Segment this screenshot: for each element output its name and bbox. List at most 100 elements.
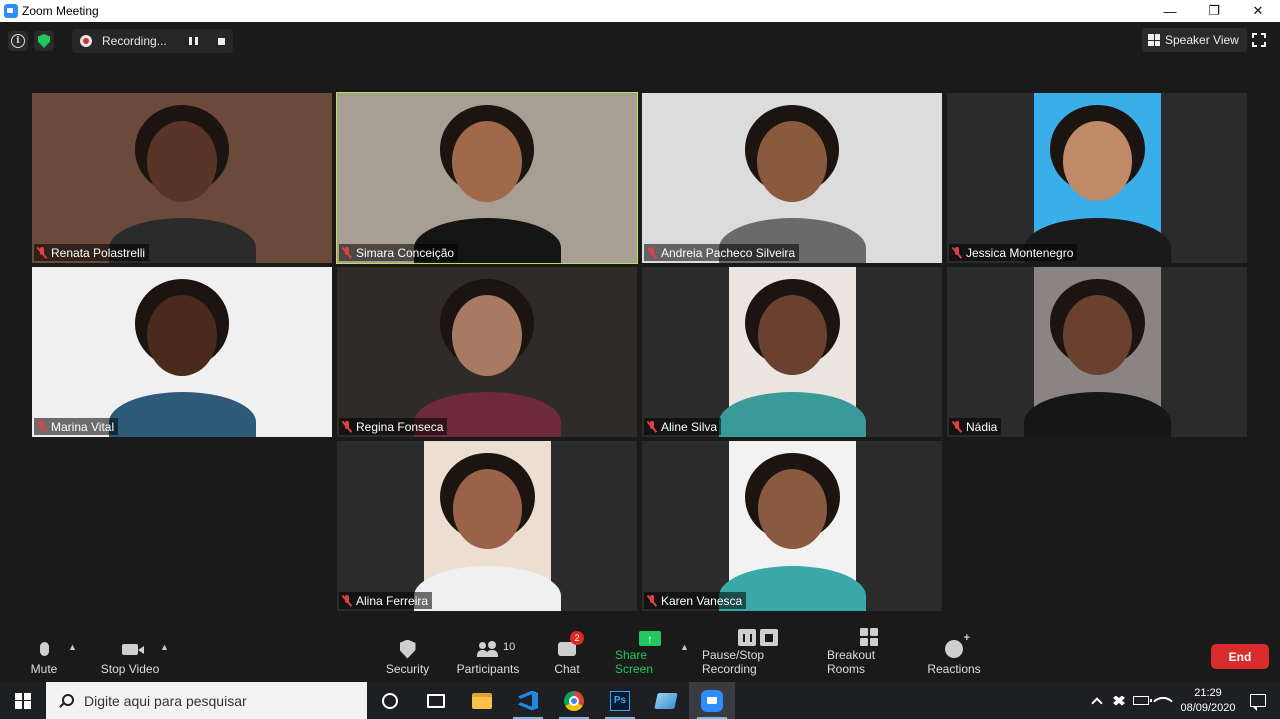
recording-indicator: Recording... xyxy=(72,29,233,53)
stop-recording-icon[interactable] xyxy=(217,37,225,45)
restore-button[interactable]: ❐ xyxy=(1192,0,1236,22)
cortana-icon xyxy=(382,692,398,709)
pause-stop-recording-label: Pause/Stop Recording xyxy=(702,648,765,676)
breakout-rooms-button[interactable]: Breakout Rooms xyxy=(827,628,911,682)
share-screen-button[interactable]: ↑ Share Screen xyxy=(615,631,685,682)
participants-label: Participants xyxy=(456,662,520,676)
microphone-muted-icon xyxy=(647,594,657,607)
dropbox-tray-icon[interactable] xyxy=(1108,682,1130,719)
fullscreen-icon[interactable] xyxy=(1252,33,1266,47)
mute-button[interactable]: Mute xyxy=(28,632,60,682)
participant-video xyxy=(337,93,637,263)
window-controls: — ❐ ✕ xyxy=(1148,0,1280,22)
participant-tile[interactable]: Regina Fonseca xyxy=(337,267,637,437)
meeting-toolbar: Mute ▲ Stop Video ▲ Security 10 Particip… xyxy=(0,628,1280,682)
video-options-chevron-icon[interactable]: ▲ xyxy=(160,642,169,652)
participant-tile[interactable]: Nádia xyxy=(947,267,1247,437)
participant-tile[interactable]: Alina Ferreira xyxy=(337,441,637,611)
clock[interactable]: 21:29 08/09/2020 xyxy=(1178,686,1238,716)
participant-tile[interactable]: Karen Vanesca xyxy=(642,441,942,611)
notes-icon xyxy=(654,692,678,709)
notes-app[interactable] xyxy=(643,682,689,719)
photoshop-icon: Ps xyxy=(610,690,630,711)
participant-name-tag: Jessica Montenegro xyxy=(949,244,1078,261)
meeting-area: i Recording... Speaker View Renata Polas… xyxy=(0,22,1280,632)
windows-taskbar: Digite aqui para pesquisar Ps 21:29 08/0… xyxy=(0,682,1280,719)
participant-name: Marina Vital xyxy=(51,419,115,434)
security-button[interactable]: Security xyxy=(385,632,430,682)
encryption-button[interactable] xyxy=(34,31,54,51)
participant-name-tag: Renata Polastrelli xyxy=(34,244,150,261)
participant-tile[interactable]: Simara Conceição xyxy=(336,92,638,264)
participant-tile[interactable]: Jessica Montenegro xyxy=(947,93,1247,263)
photoshop-app[interactable]: Ps xyxy=(597,682,643,719)
end-meeting-button[interactable]: End xyxy=(1211,644,1269,669)
search-placeholder: Digite aqui para pesquisar xyxy=(84,692,247,709)
windows-logo-icon xyxy=(15,692,31,709)
participant-name: Renata Polastrelli xyxy=(51,245,146,260)
pause-stop-recording-button[interactable]: Pause/Stop Recording xyxy=(702,629,814,682)
participant-name: Aline Silva xyxy=(661,419,718,434)
info-icon: i xyxy=(11,34,25,48)
clock-date: 08/09/2020 xyxy=(1180,701,1236,714)
audio-options-chevron-icon[interactable]: ▲ xyxy=(68,642,77,652)
reactions-button[interactable]: Reactions xyxy=(927,632,980,682)
show-hidden-icons-button[interactable] xyxy=(1086,682,1108,719)
breakout-rooms-label: Breakout Rooms xyxy=(827,648,876,676)
cortana-button[interactable] xyxy=(367,682,413,719)
pause-recording-icon[interactable] xyxy=(188,37,198,45)
recording-dot-icon xyxy=(80,35,92,47)
participant-tile[interactable]: Aline Silva xyxy=(642,267,942,437)
wifi-icon[interactable] xyxy=(1152,682,1174,719)
participant-name-tag: Marina Vital xyxy=(34,418,119,435)
notifications-icon[interactable] xyxy=(1250,694,1266,711)
participant-name: Nádia xyxy=(966,419,998,434)
file-explorer-app[interactable] xyxy=(459,682,505,719)
mute-label: Mute xyxy=(30,662,58,676)
meeting-info-button[interactable]: i xyxy=(8,31,28,51)
participant-tile[interactable]: Renata Polastrelli xyxy=(32,93,332,263)
participants-button[interactable]: 10 Participants xyxy=(457,632,519,682)
participant-tile[interactable]: Marina Vital xyxy=(32,267,332,437)
task-view-button[interactable] xyxy=(413,682,459,719)
stop-video-button[interactable]: Stop Video xyxy=(100,632,160,682)
speaker-view-label: Speaker View xyxy=(1165,33,1239,47)
chat-bubble-icon: 2 xyxy=(558,631,584,660)
chevron-up-icon xyxy=(1091,696,1103,709)
participant-name-tag: Simara Conceição xyxy=(339,244,459,261)
participant-name-tag: Alina Ferreira xyxy=(339,592,433,609)
microphone-muted-icon xyxy=(952,246,962,259)
minimize-button[interactable]: — xyxy=(1148,0,1192,22)
chat-button[interactable]: 2 Chat xyxy=(552,631,584,682)
search-icon xyxy=(58,693,74,708)
close-button[interactable]: ✕ xyxy=(1236,0,1280,22)
microphone-muted-icon xyxy=(342,594,352,607)
clock-time: 21:29 xyxy=(1194,686,1222,699)
participant-video xyxy=(719,267,866,437)
task-view-icon xyxy=(427,693,445,708)
microphone-muted-icon xyxy=(952,420,962,433)
participant-video xyxy=(414,441,561,611)
participant-name-tag: Regina Fonseca xyxy=(339,418,448,435)
speaker-view-button[interactable]: Speaker View xyxy=(1142,28,1247,52)
share-options-chevron-icon[interactable]: ▲ xyxy=(680,642,689,652)
participants-count: 10 xyxy=(503,641,516,653)
meeting-info-bar: i Recording... xyxy=(8,29,233,53)
start-button[interactable] xyxy=(0,682,46,719)
participant-video xyxy=(32,267,332,437)
window-title: Zoom Meeting xyxy=(22,4,99,18)
title-bar: Zoom Meeting — ❐ ✕ xyxy=(0,0,1280,22)
vscode-app[interactable] xyxy=(505,682,551,719)
chrome-app[interactable] xyxy=(551,682,597,719)
vscode-icon xyxy=(518,690,538,711)
participant-name-tag: Andreia Pacheco Silveira xyxy=(644,244,800,261)
chat-unread-badge: 2 xyxy=(570,631,584,645)
battery-icon[interactable] xyxy=(1130,682,1152,719)
microphone-muted-icon xyxy=(647,246,657,259)
taskbar-search-box[interactable]: Digite aqui para pesquisar xyxy=(46,682,367,719)
participant-name: Simara Conceição xyxy=(356,245,455,260)
participant-tile[interactable]: Andreia Pacheco Silveira xyxy=(642,93,942,263)
zoom-taskbar-app[interactable] xyxy=(689,682,735,719)
share-screen-label: Share Screen xyxy=(615,648,654,676)
microphone-muted-icon xyxy=(37,420,47,433)
